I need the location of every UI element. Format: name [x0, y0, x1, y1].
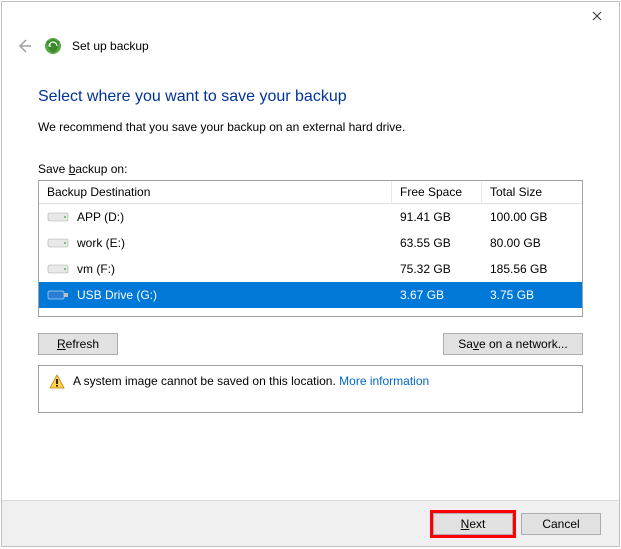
drive-free-space: 3.67 GB	[392, 288, 482, 302]
col-destination[interactable]: Backup Destination	[39, 181, 392, 203]
table-row[interactable]: USB Drive (G:) 3.67 GB3.75 GB	[39, 282, 582, 308]
close-button[interactable]	[574, 2, 619, 30]
drive-name: APP (D:)	[77, 210, 124, 224]
backup-shield-icon	[44, 37, 62, 55]
drive-table: Backup Destination Free Space Total Size…	[38, 180, 583, 317]
row-destination: APP (D:)	[39, 210, 392, 224]
cancel-button[interactable]: Cancel	[521, 513, 601, 535]
save-label-suffix: ackup on:	[75, 162, 127, 176]
page-title: Select where you want to save your backu…	[38, 88, 583, 106]
refresh-button[interactable]: Refresh	[38, 333, 118, 355]
warning-text: A system image cannot be saved on this l…	[73, 374, 429, 388]
back-button[interactable]	[14, 36, 34, 56]
more-information-link[interactable]: More information	[339, 374, 429, 388]
save-backup-label: Save backup on:	[38, 162, 583, 176]
drive-total-size: 80.00 GB	[482, 236, 582, 250]
table-row[interactable]: APP (D:) 91.41 GB100.00 GB	[39, 204, 582, 230]
row-destination: USB Drive (G:)	[39, 288, 392, 302]
table-row[interactable]: vm (F:) 75.32 GB185.56 GB	[39, 256, 582, 282]
drive-total-size: 185.56 GB	[482, 262, 582, 276]
close-icon	[592, 11, 602, 21]
row-destination: vm (F:)	[39, 262, 392, 276]
table-row[interactable]: work (E:) 63.55 GB80.00 GB	[39, 230, 582, 256]
col-free-space[interactable]: Free Space	[392, 181, 482, 203]
hdd-icon	[47, 210, 69, 224]
drive-total-size: 3.75 GB	[482, 288, 582, 302]
hdd-icon	[47, 236, 69, 250]
header-title: Set up backup	[72, 39, 149, 53]
action-row: Refresh Save on a network...	[38, 333, 583, 355]
drive-free-space: 75.32 GB	[392, 262, 482, 276]
hdd-icon	[47, 262, 69, 276]
refresh-rest: efresh	[66, 337, 99, 351]
back-arrow-icon	[15, 37, 33, 55]
dialog-window: Set up backup Select where you want to s…	[1, 1, 620, 547]
warning-message: A system image cannot be saved on this l…	[73, 374, 339, 388]
header-row: Set up backup	[2, 32, 619, 66]
titlebar	[2, 2, 619, 32]
drive-total-size: 100.00 GB	[482, 210, 582, 224]
refresh-accel: R	[57, 337, 66, 351]
drive-name: USB Drive (G:)	[77, 288, 157, 302]
save-on-network-button[interactable]: Save on a network...	[443, 333, 583, 355]
drive-name: vm (F:)	[77, 262, 115, 276]
footer: Next Cancel	[2, 500, 619, 546]
drive-free-space: 91.41 GB	[392, 210, 482, 224]
network-suffix: e on a network...	[479, 337, 568, 351]
network-prefix: Sa	[458, 337, 473, 351]
content-area: Select where you want to save your backu…	[2, 88, 619, 413]
table-header: Backup Destination Free Space Total Size	[39, 181, 582, 204]
recommend-text: We recommend that you save your backup o…	[38, 120, 583, 134]
col-total-size[interactable]: Total Size	[482, 181, 582, 203]
next-button[interactable]: Next	[433, 513, 513, 535]
warning-box: A system image cannot be saved on this l…	[38, 365, 583, 413]
warning-icon	[49, 374, 65, 390]
next-rest: ext	[469, 517, 485, 531]
drive-name: work (E:)	[77, 236, 125, 250]
table-body: APP (D:) 91.41 GB100.00 GB work (E:) 63.55 …	[39, 204, 582, 316]
save-label-prefix: Save	[38, 162, 69, 176]
row-destination: work (E:)	[39, 236, 392, 250]
drive-free-space: 63.55 GB	[392, 236, 482, 250]
usb-drive-icon	[47, 288, 69, 302]
